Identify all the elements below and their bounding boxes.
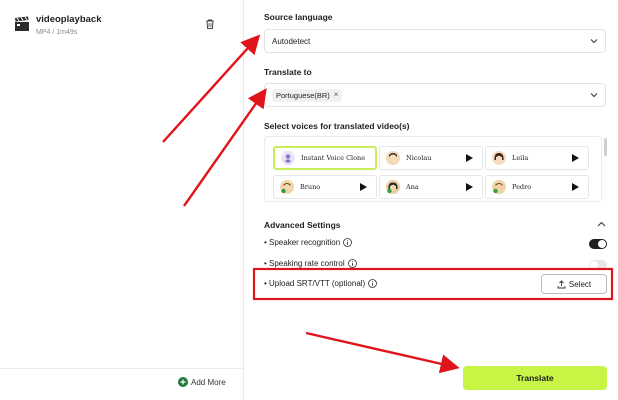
info-icon[interactable] [368, 279, 378, 288]
chevron-up-icon[interactable] [597, 220, 606, 229]
speaking-rate-row: • Speaking rate control [264, 259, 357, 268]
upload-srt-label: • Upload SRT/VTT (optional) [264, 279, 366, 288]
voice-name: Nicolau [406, 154, 432, 162]
translate-button-label: Translate [516, 373, 554, 383]
voice-name: Pedro [512, 183, 532, 191]
voice-name: Bruno [300, 183, 321, 191]
translation-settings-panel: Source language Autodetect Translate to … [245, 0, 618, 400]
translate-to-title: Translate to [264, 67, 312, 77]
add-more-label: Add More [191, 377, 226, 387]
voices-scrollbar[interactable] [604, 138, 607, 156]
info-icon[interactable] [343, 238, 353, 247]
file-info: videoplayback MP4 / 1m49s [36, 14, 101, 38]
file-list-panel: videoplayback MP4 / 1m49s Add More [0, 0, 244, 400]
upload-icon [557, 279, 566, 288]
trash-icon[interactable] [204, 18, 216, 30]
chevron-down-icon [590, 93, 598, 98]
voices-title: Select voices for translated video(s) [264, 121, 410, 131]
avatar [492, 180, 506, 194]
voice-card-instant-voice-clone[interactable]: Instant Voice Clone [273, 146, 377, 170]
play-icon[interactable] [466, 183, 473, 191]
speaker-recognition-toggle[interactable] [589, 239, 607, 249]
left-footer: Add More [0, 368, 243, 400]
voice-card-bruno[interactable]: Bruno [273, 175, 377, 199]
source-language-select[interactable]: Autodetect [264, 29, 606, 53]
voice-card-pedro[interactable]: Pedro [485, 175, 589, 199]
voice-clone-icon [281, 151, 295, 165]
file-name: videoplayback [36, 14, 102, 25]
clapperboard-icon [15, 16, 29, 31]
avatar [386, 151, 400, 165]
speaker-recognition-row: • Speaker recognition [264, 238, 353, 247]
avatar [492, 151, 506, 165]
avatar [280, 180, 294, 194]
translate-to-select[interactable]: Portuguese(BR) × [264, 83, 606, 107]
advanced-settings-title: Advanced Settings [264, 220, 341, 230]
chevron-down-icon [590, 39, 598, 44]
remove-chip-icon[interactable]: × [334, 91, 339, 99]
language-chip: Portuguese(BR) × [272, 88, 343, 102]
plus-circle-icon [178, 377, 188, 387]
voice-card-ana[interactable]: Ana [379, 175, 483, 199]
upload-srt-row: • Upload SRT/VTT (optional) [264, 279, 378, 288]
translate-button[interactable]: Translate [463, 366, 607, 390]
voice-name: Leila [512, 154, 529, 162]
play-icon[interactable] [360, 183, 367, 191]
speaker-recognition-label: • Speaker recognition [264, 238, 341, 247]
language-chip-label: Portuguese(BR) [276, 90, 330, 100]
file-meta: MP4 / 1m49s [36, 29, 78, 36]
voices-grid: Instant Voice Clone Nicolau Leila Bruno [264, 136, 602, 202]
voice-card-nicolau[interactable]: Nicolau [379, 146, 483, 170]
speaking-rate-toggle[interactable] [589, 260, 607, 270]
select-file-button[interactable]: Select [541, 274, 607, 294]
play-icon[interactable] [572, 183, 579, 191]
source-language-value: Autodetect [272, 36, 311, 46]
play-icon[interactable] [572, 154, 579, 162]
voice-name: Instant Voice Clone [301, 154, 366, 162]
avatar [386, 180, 400, 194]
add-more-button[interactable]: Add More [178, 377, 226, 387]
info-icon[interactable] [347, 259, 357, 268]
voice-card-leila[interactable]: Leila [485, 146, 589, 170]
speaking-rate-label: • Speaking rate control [264, 259, 345, 268]
play-icon[interactable] [466, 154, 473, 162]
voice-name: Ana [406, 183, 419, 191]
select-button-label: Select [568, 279, 592, 289]
source-language-title: Source language [264, 12, 333, 22]
